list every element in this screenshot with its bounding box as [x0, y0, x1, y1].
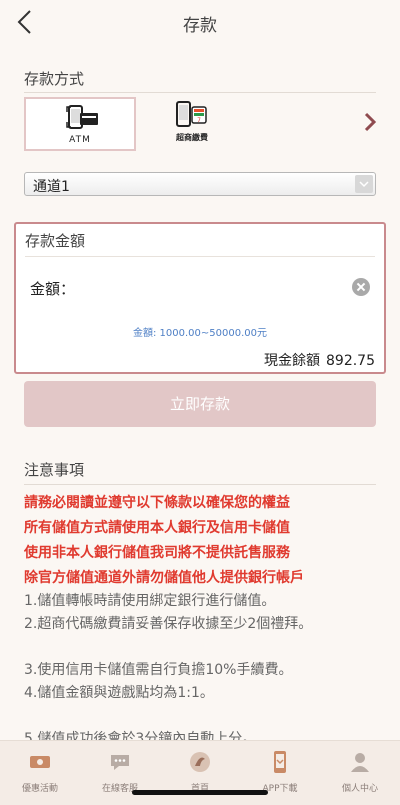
page-title: 存款 [183, 16, 217, 36]
phone-download-icon [274, 751, 286, 773]
user-icon [351, 753, 369, 772]
deposit-amount-title: 存款金額 [25, 232, 86, 250]
warning-line: 所有儲值方式請使用本人銀行及信用卡儲值 [24, 520, 290, 536]
channel-select[interactable]: 通道1 [24, 172, 376, 196]
amount-input[interactable] [84, 272, 348, 302]
ticket-icon [30, 756, 50, 768]
cash-balance: 現金餘額 892.75 [264, 350, 375, 370]
header: 存款 [0, 0, 400, 44]
amount-range-hint: 金額: 1000.00~50000.00元 [133, 328, 267, 339]
method-store-label: 超商繳費 [176, 133, 208, 142]
chat-icon [111, 755, 129, 770]
divider [24, 484, 376, 485]
warning-line: 請務必閱讀並遵守以下條款以確保您的權益 [24, 495, 290, 511]
channel-select-value: 通道1 [33, 179, 70, 195]
tab-promotions[interactable]: 優惠活動 [0, 741, 80, 805]
divider [24, 92, 376, 93]
amount-label: 金額： [30, 280, 76, 298]
tab-home[interactable]: 首頁 [160, 741, 240, 805]
warning-line: 使用非本人銀行儲值我司將不提供託售服務 [24, 545, 290, 561]
clear-icon[interactable] [352, 278, 370, 296]
chevron-right-icon[interactable] [362, 110, 378, 134]
home-logo-icon [190, 752, 210, 772]
deposit-method-list: ATM 7 超商繳費 [24, 97, 376, 153]
deposit-amount-panel: 存款金額 金額： 金額: 1000.00~50000.00元 現金餘額 892.7… [14, 222, 386, 374]
svg-text:7: 7 [197, 117, 201, 124]
rule-item: 4.儲值金額與遊戲點均為1:1。 [24, 685, 214, 701]
divider [25, 256, 375, 257]
deposit-method-label: 存款方式 [24, 70, 85, 88]
method-store-option[interactable]: 7 超商繳費 [136, 97, 248, 151]
cash-balance-label: 現金餘額 [264, 353, 320, 369]
rule-item: 2.超商代碼繳費請妥善保存收據至少2個禮拜。 [24, 616, 313, 632]
tab-live-support[interactable]: 在線客服 [80, 741, 160, 805]
cash-balance-value: 892.75 [326, 353, 375, 369]
notice-title: 注意事項 [24, 461, 85, 479]
convenience-store-icon: 7 [176, 101, 207, 127]
rule-item: 3.使用信用卡儲值需自行負擔10%手續費。 [24, 662, 293, 678]
method-atm-option[interactable]: ATM [24, 97, 136, 151]
chevron-down-icon [355, 175, 373, 193]
tab-profile[interactable]: 個人中心 [320, 741, 400, 805]
tab-app-download[interactable]: APP下載 [240, 741, 320, 805]
tab-label: 優惠活動 [21, 784, 58, 794]
atm-icon [66, 105, 98, 129]
rule-item: 1.儲值轉帳時請使用綁定銀行進行儲值。 [24, 593, 276, 609]
home-indicator [132, 790, 268, 795]
tab-label: 個人中心 [341, 784, 378, 794]
method-atm-label: ATM [69, 135, 91, 145]
bottom-tab-bar: 優惠活動 在線客服 首頁 APP下載 個人中心 [0, 740, 400, 805]
warning-line: 除官方儲值通道外請勿儲值他人提供銀行帳戶 [24, 570, 304, 586]
deposit-now-button[interactable]: 立即存款 [24, 381, 376, 427]
